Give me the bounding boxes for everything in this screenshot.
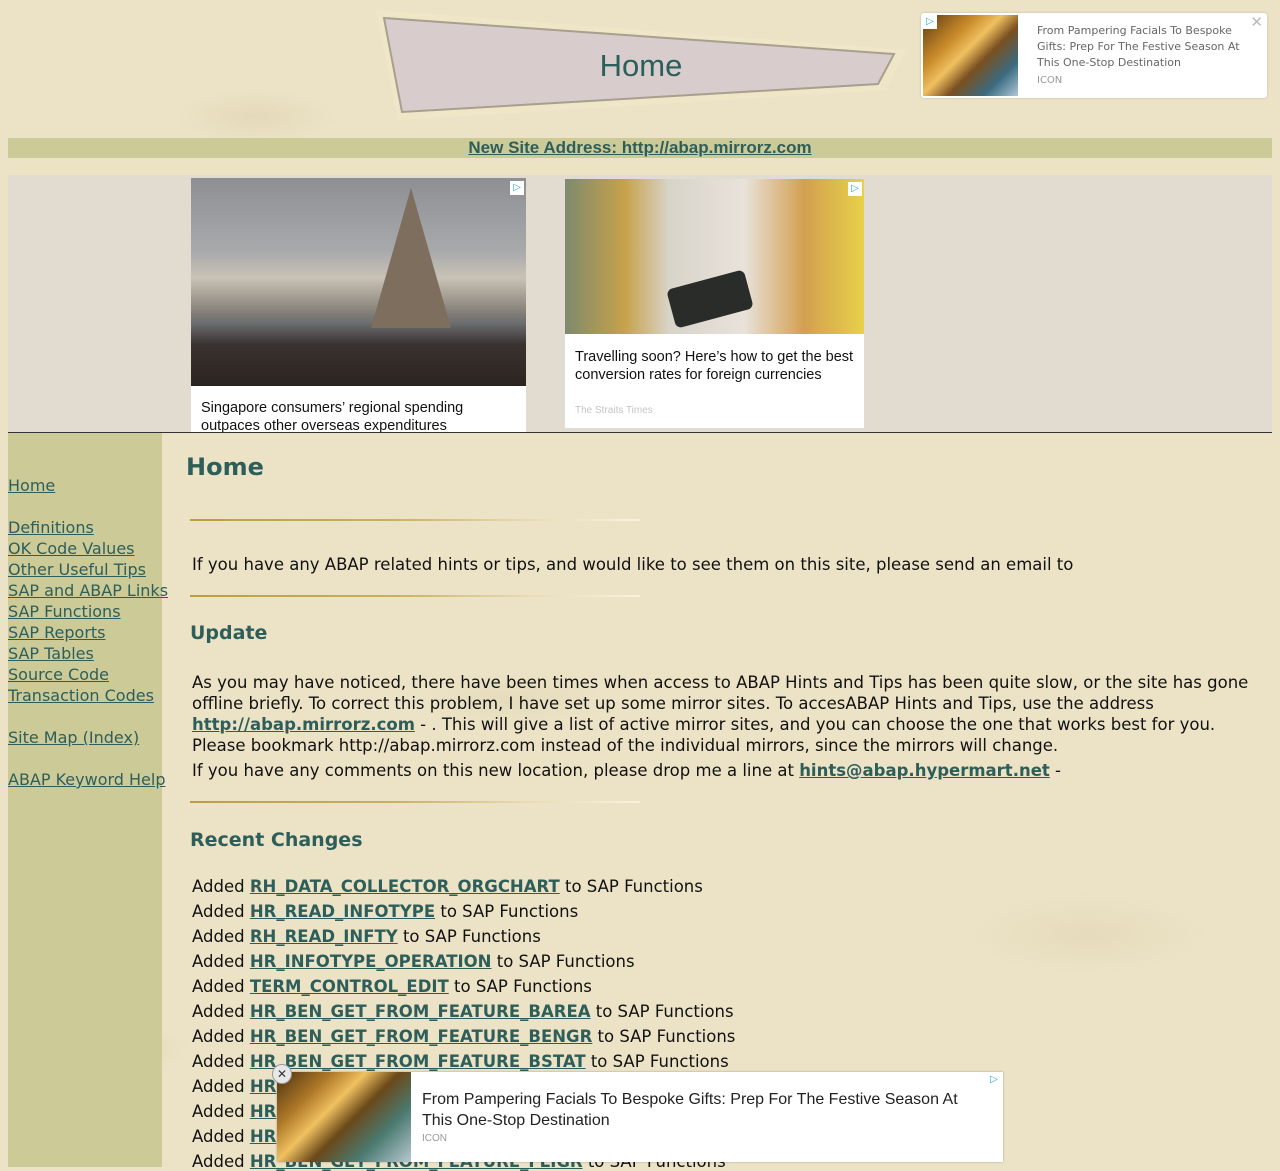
change-suffix: to SAP Functions <box>592 1027 736 1046</box>
divider <box>190 595 640 597</box>
function-link[interactable]: HR <box>250 1077 277 1096</box>
ad-headline[interactable]: Travelling soon? Here’s how to get the b… <box>575 348 855 384</box>
bottom-ad[interactable]: ▷ From Pampering Facials To Bespoke Gift… <box>277 1072 1003 1162</box>
ad-headline[interactable]: Singapore consumers’ regional spending o… <box>201 399 511 432</box>
new-site-bar: New Site Address: http://abap.mirrorz.co… <box>8 138 1272 158</box>
ad-band: ▷ Singapore consumers’ regional spending… <box>8 175 1272 433</box>
change-prefix: Added <box>192 952 250 971</box>
ad-card[interactable]: ▷ Singapore consumers’ regional spending… <box>191 178 526 432</box>
change-prefix: Added <box>192 1152 250 1171</box>
change-prefix: Added <box>192 1052 250 1071</box>
banner-title: Home <box>599 48 683 83</box>
ad-image[interactable] <box>191 178 526 386</box>
page-banner: Home <box>372 8 910 120</box>
ad-headline[interactable]: From Pampering Facials To Bespoke Gifts:… <box>1037 23 1247 71</box>
change-prefix: Added <box>192 1077 250 1096</box>
list-item: Added HR_BEN_GET_FROM_FEATURE_BAREA to S… <box>192 1002 734 1021</box>
sidebar-item-other-useful-tips[interactable]: Other Useful Tips <box>8 560 146 579</box>
intro-text: If you have any ABAP related hints or ti… <box>192 555 1074 574</box>
update-text: As you may have noticed, there have been… <box>192 673 1249 713</box>
contact-paragraph: If you have any comments on this new loc… <box>192 760 1252 781</box>
change-prefix: Added <box>192 1102 250 1121</box>
page-title: Home <box>186 453 264 481</box>
change-suffix: to SAP Functions <box>397 927 541 946</box>
sidebar-item-sap-abap-links[interactable]: SAP and ABAP Links <box>8 581 168 600</box>
sidebar-item-definitions[interactable]: Definitions <box>8 518 94 537</box>
contact-text: If you have any comments on this new loc… <box>192 761 800 780</box>
sidebar-item-sap-tables[interactable]: SAP Tables <box>8 644 94 663</box>
list-item: Added HR_BEN_GET_FROM_FEATURE_BENGR to S… <box>192 1027 735 1046</box>
temple-shape <box>371 188 451 328</box>
function-link[interactable]: HR <box>250 1127 277 1146</box>
adchoices-icon[interactable]: ▷ <box>987 1073 1001 1087</box>
function-link[interactable]: HR <box>250 1102 277 1121</box>
list-item: Added RH_DATA_COLLECTOR_ORGCHART to SAP … <box>192 877 703 896</box>
ad-source: The Straits Times <box>575 405 653 416</box>
ad-card[interactable]: ▷ Travelling soon? Here’s how to get the… <box>564 178 865 429</box>
update-heading: Update <box>190 622 268 644</box>
change-suffix: to SAP Functions <box>559 877 703 896</box>
function-link[interactable]: HR_INFOTYPE_OPERATION <box>250 952 492 971</box>
close-icon[interactable]: ✕ <box>1250 13 1263 31</box>
change-prefix: Added <box>192 877 250 896</box>
sidebar-item-ok-code-values[interactable]: OK Code Values <box>8 539 135 558</box>
list-item: Added HR_READ_INFOTYPE to SAP Functions <box>192 902 578 921</box>
email-link[interactable]: hints@abap.hypermart.net <box>799 761 1050 780</box>
function-link[interactable]: TERM_CONTROL_EDIT <box>250 977 449 996</box>
function-link[interactable]: HR_READ_INFOTYPE <box>250 902 435 921</box>
mirror-link[interactable]: http://abap.mirrorz.com <box>192 715 415 734</box>
change-prefix: Added <box>192 927 250 946</box>
list-item: Added HR_INFOTYPE_OPERATION to SAP Funct… <box>192 952 635 971</box>
sidebar-item-sap-reports[interactable]: SAP Reports <box>8 623 106 642</box>
sidebar-item-source-code[interactable]: Source Code <box>8 665 109 684</box>
change-prefix: Added <box>192 902 250 921</box>
divider <box>190 519 640 521</box>
change-suffix: to SAP Functions <box>590 1002 734 1021</box>
sidebar-item-sap-functions[interactable]: SAP Functions <box>8 602 121 621</box>
change-suffix: to SAP Functions <box>585 1052 729 1071</box>
function-link[interactable]: HR_BEN_GET_FROM_FEATURE_BENGR <box>250 1027 592 1046</box>
update-paragraph: As you may have noticed, there have been… <box>192 672 1252 756</box>
list-item: Added RH_READ_INFTY to SAP Functions <box>192 927 541 946</box>
change-prefix: Added <box>192 1027 250 1046</box>
ad-source: ICON <box>1037 75 1063 86</box>
change-suffix: to SAP Functions <box>435 902 579 921</box>
function-link[interactable]: RH_READ_INFTY <box>250 927 398 946</box>
terminal-shape <box>666 269 754 329</box>
ad-image[interactable] <box>565 179 864 334</box>
ad-image[interactable] <box>923 15 1018 96</box>
ad-source: ICON <box>422 1133 447 1144</box>
adchoices-icon[interactable]: ▷ <box>923 15 937 29</box>
sidebar-item-transaction-codes[interactable]: Transaction Codes <box>8 686 154 705</box>
ad-headline[interactable]: From Pampering Facials To Bespoke Gifts:… <box>422 1089 982 1131</box>
contact-text: - <box>1049 761 1061 780</box>
adchoices-icon[interactable]: ▷ <box>848 182 862 196</box>
function-link[interactable]: HR_BEN_GET_FROM_FEATURE_BSTAT <box>250 1052 586 1071</box>
sidebar-item-abap-keyword-help[interactable]: ABAP Keyword Help <box>8 770 166 789</box>
recent-changes-heading: Recent Changes <box>190 829 363 851</box>
sidebar-item-site-map[interactable]: Site Map (Index) <box>8 728 139 747</box>
top-ad[interactable]: ▷ From Pampering Facials To Bespoke Gift… <box>921 13 1267 98</box>
change-prefix: Added <box>192 1127 250 1146</box>
change-suffix: to SAP Functions <box>448 977 592 996</box>
sidebar-item-home[interactable]: Home <box>8 476 55 495</box>
ad-image[interactable] <box>277 1072 411 1162</box>
close-icon[interactable]: ✕ <box>272 1064 292 1084</box>
function-link[interactable]: RH_DATA_COLLECTOR_ORGCHART <box>250 877 560 896</box>
function-link[interactable]: HR_BEN_GET_FROM_FEATURE_BAREA <box>250 1002 591 1021</box>
adchoices-icon[interactable]: ▷ <box>510 181 524 195</box>
change-prefix: Added <box>192 1002 250 1021</box>
new-site-link[interactable]: New Site Address: http://abap.mirrorz.co… <box>468 138 811 157</box>
change-prefix: Added <box>192 977 250 996</box>
change-suffix: to SAP Functions <box>491 952 635 971</box>
sidebar-nav: Home Definitions OK Code Values Other Us… <box>8 433 168 1167</box>
list-item: Added TERM_CONTROL_EDIT to SAP Functions <box>192 977 592 996</box>
divider <box>190 801 640 803</box>
